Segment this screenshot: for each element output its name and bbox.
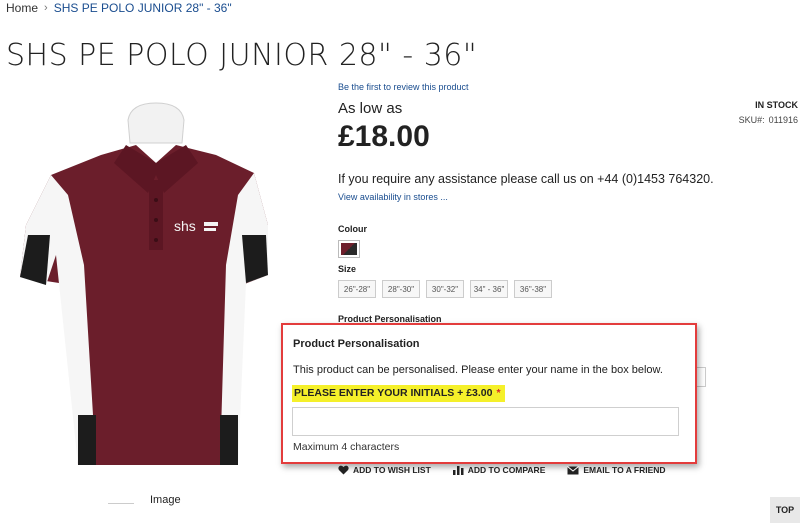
initials-input[interactable] <box>292 407 679 436</box>
size-option[interactable]: 28"-30" <box>382 280 420 298</box>
image-caption: Image <box>150 494 181 506</box>
size-option[interactable]: 34" - 36" <box>470 280 508 298</box>
product-actions: ADD TO WISH LIST ADD TO COMPARE EMAIL TO… <box>338 465 666 475</box>
compare-label: ADD TO COMPARE <box>467 465 546 475</box>
heart-icon <box>338 465 349 475</box>
stock-status: IN STOCK <box>755 100 798 110</box>
size-options: 26"-28" 28"-30" 30"-32" 34" - 36" 36"-38… <box>338 280 552 298</box>
add-to-wishlist-link[interactable]: ADD TO WISH LIST <box>338 465 431 475</box>
size-option[interactable]: 30"-32" <box>426 280 464 298</box>
email-friend-link[interactable]: EMAIL TO A FRIEND <box>567 465 666 475</box>
breadcrumb-current[interactable]: SHS PE POLO JUNIOR 28" - 36" <box>54 1 232 15</box>
swatch-fill <box>341 243 357 255</box>
shirt-logo-text: shs <box>174 218 196 234</box>
sku-value: 011916 <box>768 115 798 125</box>
colour-label: Colour <box>338 224 367 234</box>
breadcrumb-separator: › <box>44 2 48 14</box>
availability-link[interactable]: View availability in stores ... <box>338 192 448 202</box>
popup-title: Product Personalisation <box>293 338 420 350</box>
size-label: Size <box>338 264 357 274</box>
size-option[interactable]: 36"-38" <box>514 280 552 298</box>
sku: SKU#: 011916 <box>739 115 798 125</box>
product-image[interactable]: shs <box>6 85 324 485</box>
breadcrumb: Home › SHS PE POLO JUNIOR 28" - 36" <box>6 1 232 15</box>
thumbnail-divider <box>108 503 134 504</box>
required-mark: * <box>496 387 501 399</box>
initials-label: PLEASE ENTER YOUR INITIALS + £3.00 * <box>292 385 505 402</box>
initials-label-text: PLEASE ENTER YOUR INITIALS + £3.00 <box>294 387 493 399</box>
price-prefix: As low as <box>338 100 403 117</box>
breadcrumb-home-link[interactable]: Home <box>6 1 38 15</box>
email-label: EMAIL TO A FRIEND <box>583 465 666 475</box>
back-to-top-button[interactable]: TOP <box>770 497 800 523</box>
colour-swatch[interactable] <box>338 240 360 258</box>
bar-chart-icon <box>452 466 464 475</box>
max-characters-hint: Maximum 4 characters <box>293 441 400 453</box>
envelope-icon <box>567 465 580 474</box>
personalisation-popup: Product Personalisation This product can… <box>281 323 697 464</box>
size-option[interactable]: 26"-28" <box>338 280 376 298</box>
page-title: SHS PE POLO JUNIOR 28" - 36" <box>6 38 478 73</box>
price: £18.00 <box>338 120 430 153</box>
polo-shirt-image: shs <box>20 102 268 465</box>
sku-label: SKU#: <box>738 115 765 125</box>
wishlist-label: ADD TO WISH LIST <box>353 465 431 475</box>
assistance-text: If you require any assistance please cal… <box>338 172 714 186</box>
review-link[interactable]: Be the first to review this product <box>338 82 469 92</box>
popup-description: This product can be personalised. Please… <box>293 364 663 376</box>
add-to-compare-link[interactable]: ADD TO COMPARE <box>452 465 546 475</box>
